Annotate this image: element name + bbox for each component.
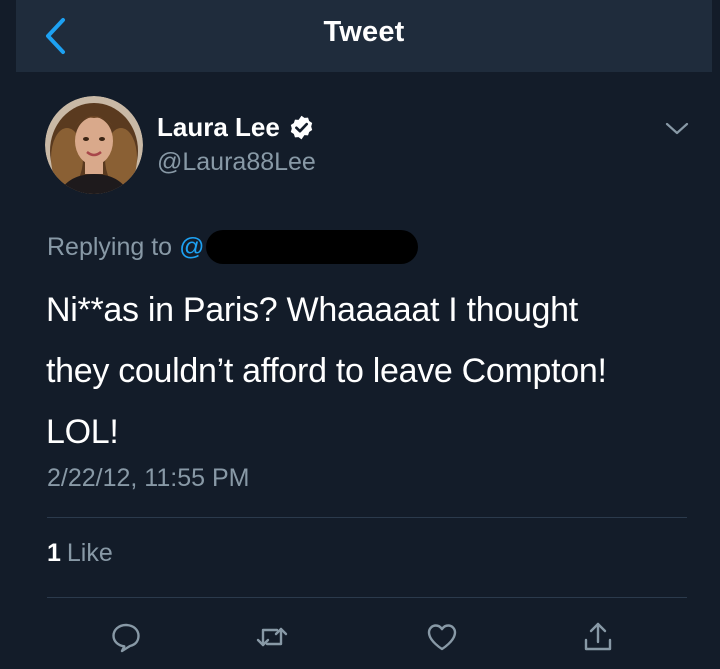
likes-label: Like [66, 539, 113, 567]
verified-badge-icon [288, 114, 315, 141]
page-title: Tweet [323, 16, 405, 48]
tweet-timestamp: 2/22/12, 11:55 PM [47, 464, 250, 492]
divider [47, 597, 687, 598]
likes-number: 1 [47, 539, 61, 567]
tweet-text-line: they couldn’t afford to leave Compton! [46, 352, 607, 390]
chevron-down-icon[interactable] [662, 118, 692, 140]
replying-to: Replying to @ [47, 230, 419, 264]
divider [47, 517, 687, 518]
share-icon[interactable] [580, 619, 616, 655]
heart-icon[interactable] [424, 619, 460, 655]
reply-mention-link[interactable]: @ [179, 233, 204, 262]
replying-label: Replying to [47, 232, 173, 261]
author-name[interactable]: Laura Lee [157, 112, 315, 143]
likes-count[interactable]: 1 Like [47, 539, 113, 568]
tweet-text: Ni**as in Paris? Whaaaaat I thought they… [46, 280, 706, 463]
avatar[interactable] [45, 96, 143, 194]
redaction-bar [206, 230, 419, 264]
tweet-text-line: Ni**as in Paris? Whaaaaat I thought [46, 291, 578, 329]
reply-icon[interactable] [108, 619, 144, 655]
tweet-detail: Laura Lee @Laura88Lee Replying to @ Ni**… [0, 72, 720, 669]
author-handle[interactable]: @Laura88Lee [157, 148, 316, 177]
top-bar: Tweet [16, 0, 712, 72]
tweet-text-line: LOL! [46, 413, 119, 451]
author-display-name: Laura Lee [157, 112, 280, 142]
retweet-icon[interactable] [254, 619, 290, 655]
